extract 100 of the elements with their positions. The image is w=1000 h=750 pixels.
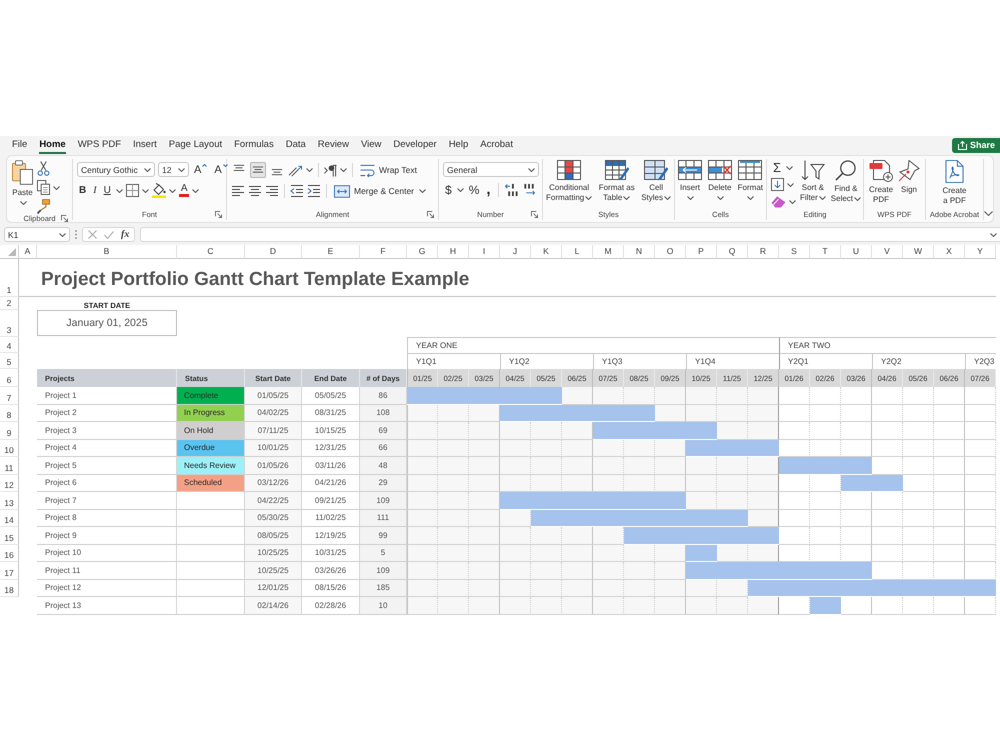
timeline-cell	[841, 387, 872, 404]
create-a-pdf-button[interactable]: Create a PDF	[941, 159, 968, 206]
ribbon-tab[interactable]: Help	[448, 139, 468, 154]
caret-icon	[716, 196, 724, 200]
caret-icon[interactable]	[340, 168, 347, 172]
timeline-cell	[872, 422, 903, 440]
create-pdf-button[interactable]: Create PDF	[868, 159, 894, 205]
find-select-button[interactable]: Find & Select	[830, 159, 862, 204]
timeline-cell	[934, 527, 965, 544]
caret-icon[interactable]	[192, 188, 200, 192]
merge-center-button[interactable]: Merge & Center	[332, 184, 416, 198]
check-icon[interactable]	[104, 230, 114, 238]
grow-font-button[interactable]: A	[192, 164, 210, 176]
align-right-icon[interactable]	[265, 184, 279, 198]
italic-button[interactable]: I	[91, 184, 99, 196]
cell-styles-button[interactable]: Cell Styles	[640, 159, 672, 203]
timeline-cell	[965, 562, 996, 580]
column-header: K	[531, 245, 562, 259]
caret-icon[interactable]	[53, 186, 60, 190]
timeline-cell	[655, 597, 686, 614]
ribbon-tab[interactable]: WPS PDF	[78, 139, 121, 154]
formula-input[interactable]	[140, 227, 1000, 242]
caret-icon[interactable]	[306, 168, 313, 172]
caret-icon[interactable]	[142, 188, 149, 192]
eraser-icon[interactable]	[771, 195, 786, 208]
column-header: H	[438, 245, 469, 259]
insert-button[interactable]: Insert	[677, 159, 703, 203]
timeline-cell	[655, 440, 686, 457]
share-button[interactable]: Share	[952, 138, 1000, 152]
caret-icon	[854, 196, 862, 201]
font-size-dropdown[interactable]: 12	[158, 162, 189, 177]
decrease-indent-icon[interactable]	[290, 184, 304, 198]
paintbrush-icon[interactable]	[37, 199, 50, 214]
timeline-cell	[810, 492, 841, 510]
borders-icon[interactable]	[126, 184, 139, 197]
timeline-cell	[841, 422, 872, 440]
caret-icon[interactable]	[789, 200, 796, 204]
timeline-cell	[965, 404, 996, 422]
timeline-cell	[469, 562, 500, 580]
align-left-icon[interactable]	[231, 184, 245, 198]
ribbon-tab[interactable]: Review	[318, 139, 349, 154]
ribbon-tab[interactable]: Developer	[393, 139, 437, 154]
increase-indent-icon[interactable]	[307, 184, 321, 198]
bold-button[interactable]: B	[77, 184, 88, 196]
ribbon-tab[interactable]: Insert	[133, 139, 157, 154]
caret-icon[interactable]	[456, 188, 464, 192]
autosum-button[interactable]: Σ	[771, 161, 784, 174]
format-as-table-button[interactable]: Format as Table	[598, 159, 636, 203]
caret-icon[interactable]	[419, 189, 426, 193]
ribbon-tab[interactable]: Page Layout	[168, 139, 222, 154]
column-header: C	[177, 245, 245, 259]
dialog-launcher-icon[interactable]	[215, 210, 222, 218]
decrease-decimal-icon[interactable]	[504, 183, 519, 197]
dialog-launcher-icon[interactable]	[61, 215, 68, 222]
format-button[interactable]: Format	[736, 159, 764, 203]
currency-button[interactable]: $	[443, 184, 454, 196]
wrap-text-button[interactable]: Wrap Text	[358, 164, 419, 176]
name-box[interactable]: K1	[4, 227, 70, 242]
paragraph-direction-icon[interactable]	[324, 164, 337, 176]
caret-icon[interactable]	[786, 166, 794, 170]
caret-icon[interactable]	[168, 188, 176, 192]
fill-down-icon[interactable]	[771, 178, 784, 191]
copy-icon[interactable]	[37, 180, 50, 195]
ribbon-tab[interactable]: File	[12, 139, 28, 154]
comma-style-button[interactable]: ,	[484, 185, 493, 195]
shrink-font-button[interactable]: A	[212, 164, 230, 176]
font-color-button[interactable]: A	[178, 184, 190, 197]
conditional-formatting-button[interactable]: Conditional Formatting	[545, 159, 594, 203]
ribbon-tab[interactable]: Acrobat	[480, 139, 513, 154]
dialog-launcher-icon[interactable]	[531, 210, 538, 218]
dialog-launcher-icon[interactable]	[427, 210, 434, 218]
timeline-cell	[748, 544, 779, 562]
collapse-ribbon-icon[interactable]	[984, 211, 993, 216]
font-name-dropdown[interactable]: Century Gothic	[77, 162, 155, 177]
ribbon-tab[interactable]: View	[360, 139, 382, 154]
sign-button[interactable]: Sign	[897, 159, 921, 195]
scissors-icon[interactable]	[37, 161, 50, 176]
ribbon-tab[interactable]: Formulas	[234, 139, 274, 154]
increase-decimal-icon[interactable]	[522, 183, 537, 197]
timeline-cell	[500, 580, 531, 597]
ribbon-tab[interactable]: Data	[286, 139, 306, 154]
timeline-cell	[531, 422, 562, 440]
caret-icon[interactable]	[116, 188, 123, 192]
number-format-dropdown[interactable]: General	[443, 162, 539, 177]
timeline-cell	[469, 474, 500, 492]
row-header: 3	[0, 310, 19, 337]
align-middle-icon[interactable]	[250, 162, 266, 178]
paint-bucket-icon[interactable]	[152, 183, 166, 198]
align-center-icon[interactable]	[248, 184, 262, 198]
percent-button[interactable]: %	[466, 184, 482, 196]
expand-caret-icon[interactable]	[990, 232, 997, 236]
timeline-cell	[686, 474, 717, 492]
timeline-cell	[717, 422, 748, 440]
delete-button[interactable]: Delete	[706, 159, 733, 203]
caret-icon[interactable]	[787, 182, 794, 186]
insert-function-button[interactable]: fx	[121, 229, 130, 240]
sort-filter-button[interactable]: Sort & Filter	[799, 159, 827, 203]
underline-button[interactable]: U	[102, 184, 113, 196]
paste-button[interactable]: Paste	[11, 159, 34, 208]
slanted-text-icon[interactable]	[288, 164, 303, 176]
